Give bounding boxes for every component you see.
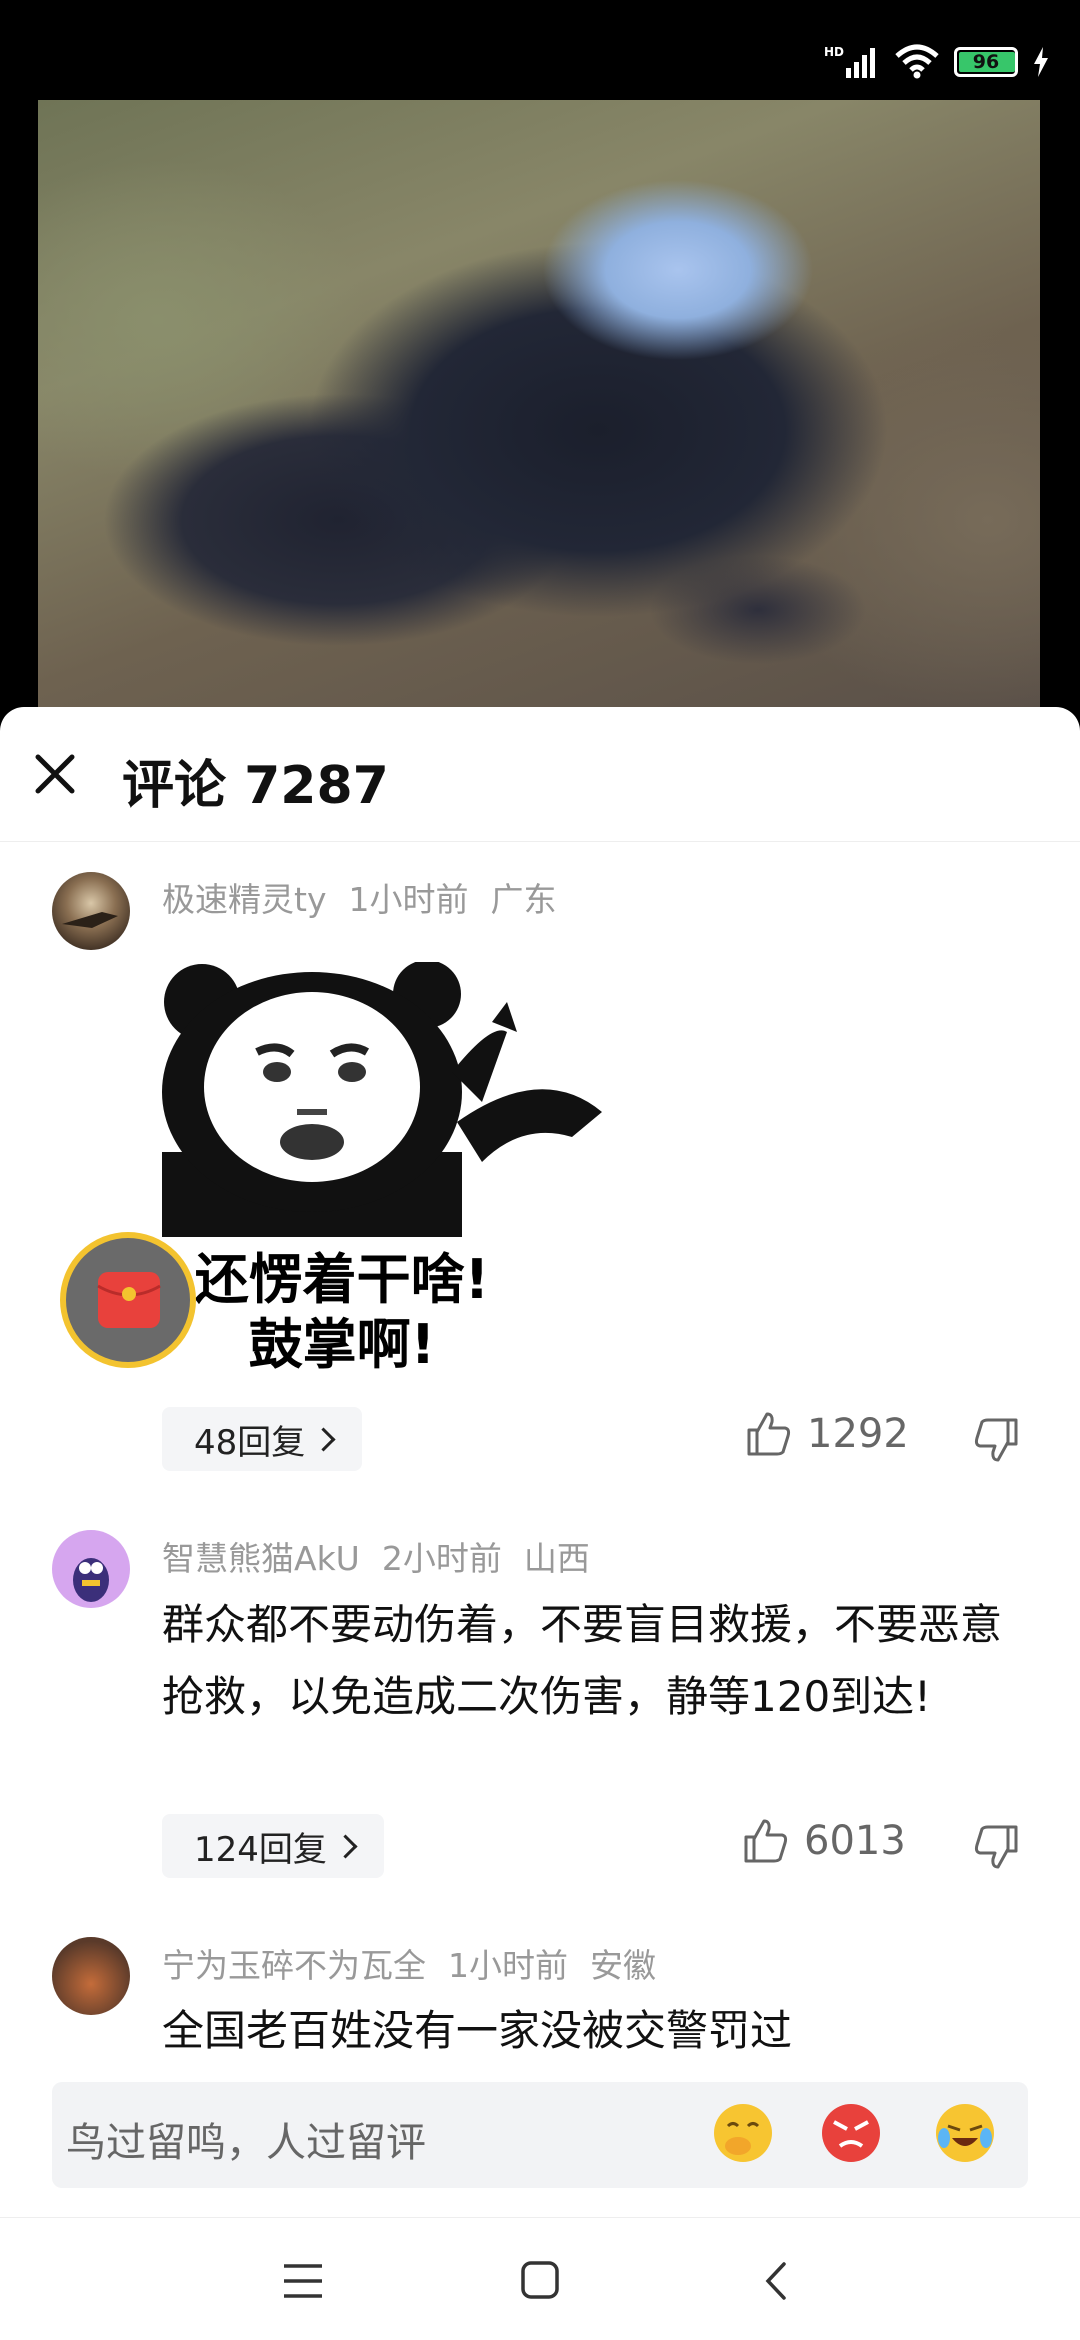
sticker-image[interactable]: 还愣着干啥! 鼓掌啊! xyxy=(162,960,612,1382)
battery-level: 96 xyxy=(972,51,1000,73)
menu-icon[interactable] xyxy=(282,2262,324,2300)
avatar[interactable] xyxy=(52,1530,130,1608)
comment-time: 2小时前 xyxy=(381,1539,502,1578)
sticker-caption-line2: 鼓掌啊! xyxy=(248,1313,436,1376)
comment-text: 全国老百姓没有一家没被交警罚过 xyxy=(162,2006,793,2055)
thumbs-up-icon xyxy=(744,1819,788,1863)
network-type-label: HD xyxy=(824,45,844,59)
battery-icon: 96 xyxy=(954,47,1018,77)
home-icon[interactable] xyxy=(520,2260,560,2300)
comments-sheet: 评论 7287 极速精灵ty 1小时前 广东 还愣着干啥! 鼓掌啊! 48回复 … xyxy=(0,707,1080,2340)
video-player[interactable] xyxy=(38,100,1040,712)
comment-meta: 智慧熊猫AkU 2小时前 山西 xyxy=(162,1532,612,1580)
close-icon[interactable] xyxy=(30,749,80,799)
comment-time: 1小时前 xyxy=(348,880,469,919)
comments-header: 评论 7287 xyxy=(0,707,1080,842)
username[interactable]: 极速精灵ty xyxy=(162,880,326,919)
comment-location: 安徽 xyxy=(590,1946,656,1985)
comment-text: 群众都不要动伤着，不要盲目救援，不要恶意抢救，以免造成二次伤害，静等120到达! xyxy=(162,1600,1003,1721)
header-divider xyxy=(0,841,1080,842)
comments-title: 评论 7287 xyxy=(122,756,389,816)
username[interactable]: 智慧熊猫AkU xyxy=(162,1539,360,1578)
like-button[interactable]: 6013 xyxy=(742,1817,906,1865)
view-replies-button[interactable]: 48回复 xyxy=(162,1407,363,1471)
signal-icon: HD xyxy=(824,45,875,78)
username[interactable]: 宁为玉碎不为瓦全 xyxy=(162,1946,426,1985)
avatar[interactable] xyxy=(52,872,130,950)
status-bar: HD 96 xyxy=(0,0,1080,100)
comment-location: 山西 xyxy=(523,1539,590,1578)
sticker-caption-line1: 还愣着干啥! xyxy=(194,1248,490,1311)
comment-input-placeholder[interactable]: 鸟过留鸣，人过留评 xyxy=(66,2110,426,2168)
like-button[interactable]: 1292 xyxy=(745,1410,909,1458)
system-nav-bar xyxy=(0,2217,1080,2340)
cover-mouth-emoji-icon[interactable] xyxy=(712,2102,774,2164)
comment-location: 广东 xyxy=(490,880,557,919)
replies-label: 124回复 xyxy=(194,1829,327,1870)
comment-meta: 宁为玉碎不为瓦全 1小时前 安徽 xyxy=(162,1939,678,1987)
thumbs-up-icon xyxy=(747,1412,791,1456)
wifi-icon xyxy=(895,44,939,79)
angry-emoji-icon[interactable] xyxy=(820,2102,882,2164)
comment-meta: 极速精灵ty 1小时前 广东 xyxy=(162,873,578,921)
thumbs-down-icon[interactable] xyxy=(972,1416,1020,1464)
comment-input-bar[interactable]: 鸟过留鸣，人过留评 xyxy=(52,2082,1028,2188)
chevron-right-icon xyxy=(311,1426,336,1452)
back-icon[interactable] xyxy=(762,2260,790,2302)
avatar[interactable] xyxy=(52,1937,130,2015)
charging-bolt-icon xyxy=(1034,47,1048,77)
view-replies-button[interactable]: 124回复 xyxy=(162,1814,384,1878)
like-count: 6013 xyxy=(804,1818,906,1864)
chevron-right-icon xyxy=(333,1833,358,1859)
thumbs-down-icon[interactable] xyxy=(972,1823,1020,1871)
status-icons: HD 96 xyxy=(824,44,1050,80)
crying-laugh-emoji-icon[interactable] xyxy=(934,2102,996,2164)
replies-label: 48回复 xyxy=(194,1422,306,1463)
red-envelope-icon xyxy=(97,1272,161,1328)
red-packet-button[interactable] xyxy=(60,1232,196,1368)
like-count: 1292 xyxy=(807,1411,909,1457)
panda-meme-icon xyxy=(162,960,602,1237)
comment-time: 1小时前 xyxy=(448,1946,568,1985)
